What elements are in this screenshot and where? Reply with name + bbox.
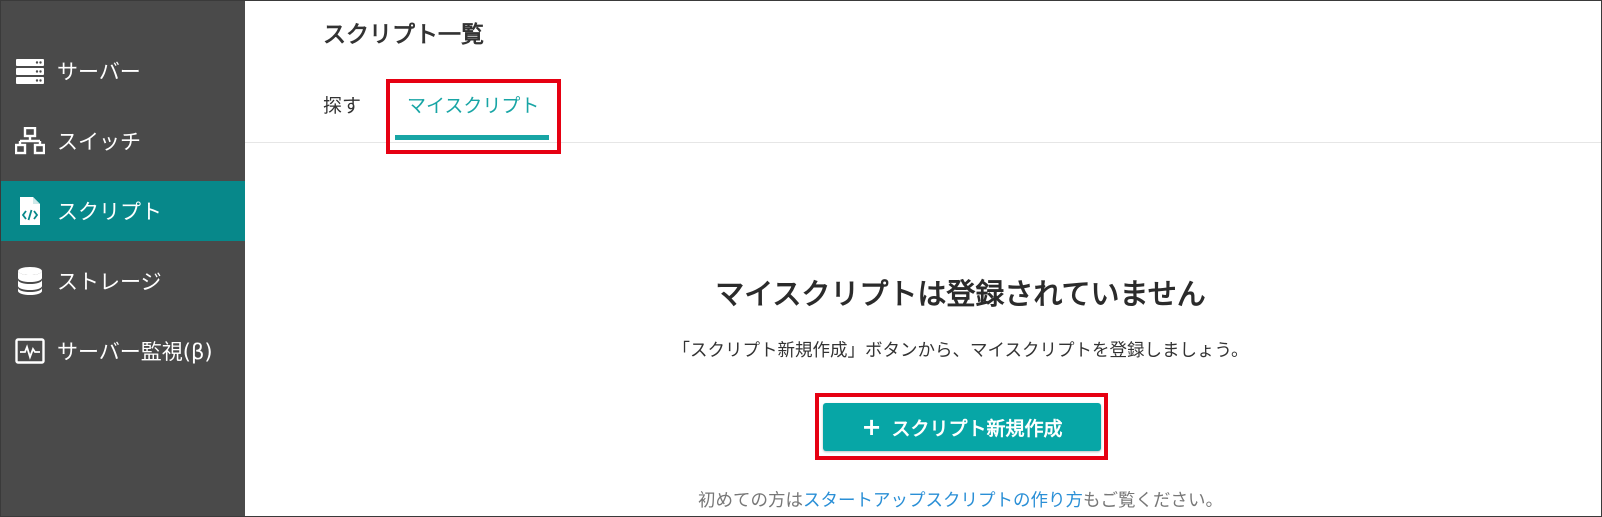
sidebar-item-server[interactable]: サーバー <box>1 41 245 101</box>
app-frame: サーバー スイッチ スクリプト ストレージ サーバー監視(β) スクリプト一覧 … <box>0 0 1602 517</box>
plus-icon: + <box>861 413 882 441</box>
main-content: スクリプト一覧 探す マイスクリプト マイスクリプトは登録されていません 「スク… <box>245 1 1601 516</box>
create-script-button[interactable]: + スクリプト新規作成 <box>823 403 1101 451</box>
sidebar-item-server-monitor[interactable]: サーバー監視(β) <box>1 321 245 381</box>
storage-icon <box>15 266 45 296</box>
help-note-prefix: 初めての方は <box>698 491 803 511</box>
sidebar-item-label: サーバー監視(β) <box>57 340 213 364</box>
sidebar-item-switch[interactable]: スイッチ <box>1 111 245 171</box>
sidebar-item-script[interactable]: スクリプト <box>1 181 245 241</box>
empty-state-title: マイスクリプトは登録されていません <box>715 277 1206 311</box>
sidebar: サーバー スイッチ スクリプト ストレージ サーバー監視(β) <box>1 1 245 516</box>
tab-explore[interactable]: 探す <box>323 91 361 118</box>
help-note-suffix: もご覧ください。 <box>1083 491 1223 511</box>
server-icon <box>15 56 45 86</box>
page-title: スクリプト一覧 <box>323 22 484 48</box>
script-file-icon <box>15 196 45 226</box>
monitor-icon <box>15 336 45 366</box>
switch-icon <box>15 126 45 156</box>
active-tab-indicator <box>395 135 549 140</box>
sidebar-item-label: ストレージ <box>57 270 162 294</box>
tab-my-scripts[interactable]: マイスクリプト <box>407 91 539 118</box>
sidebar-item-storage[interactable]: ストレージ <box>1 251 245 311</box>
create-script-button-label: スクリプト新規作成 <box>891 417 1063 440</box>
sidebar-item-label: スイッチ <box>57 130 141 154</box>
startup-script-guide-link[interactable]: スタートアップスクリプトの作り方 <box>803 491 1083 511</box>
empty-state-description: 「スクリプト新規作成」ボタンから、マイスクリプトを登録しましょう。 <box>672 341 1249 361</box>
sidebar-item-label: スクリプト <box>57 200 162 224</box>
sidebar-item-label: サーバー <box>57 60 141 84</box>
tab-bar: 探す マイスクリプト <box>245 85 1601 143</box>
help-note: 初めての方はスタートアップスクリプトの作り方もご覧ください。 <box>245 487 1601 512</box>
